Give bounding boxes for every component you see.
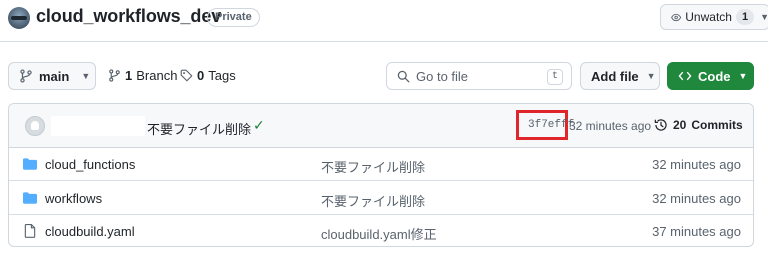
repo-toolbar: main ▼ 1 Branch 0 Tags Go to file t Add … xyxy=(0,60,768,92)
file-name[interactable]: workflows xyxy=(45,191,102,206)
keyboard-shortcut-hint: t xyxy=(547,69,563,85)
chevron-down-icon: ▼ xyxy=(646,71,656,81)
branch-name: main xyxy=(39,68,70,84)
git-branch-icon xyxy=(109,69,120,82)
owner-avatar[interactable] xyxy=(8,7,30,29)
repo-title[interactable]: cloud_workflows_dev xyxy=(36,6,221,27)
go-to-file-placeholder: Go to file xyxy=(416,68,469,84)
git-branch-icon xyxy=(20,69,32,83)
folder-icon xyxy=(23,192,37,204)
file-name[interactable]: cloud_functions xyxy=(45,157,135,172)
file-commit-date: 32 minutes ago xyxy=(652,191,741,206)
code-label: Code xyxy=(698,68,731,84)
file-commit-message[interactable]: 不要ファイル削除 xyxy=(321,191,425,210)
file-icon xyxy=(24,224,36,238)
unwatch-label: Unwatch xyxy=(685,10,732,24)
file-row[interactable]: cloudbuild.yaml cloudbuild.yaml修正 37 min… xyxy=(9,215,753,246)
history-icon xyxy=(654,119,667,131)
search-icon xyxy=(397,70,410,82)
folder-icon xyxy=(23,158,37,170)
check-icon[interactable]: ✓ xyxy=(253,117,265,134)
branches-label: Branch xyxy=(136,68,178,83)
file-commit-message[interactable]: 不要ファイル削除 xyxy=(321,157,425,176)
code-icon xyxy=(678,71,692,81)
commit-hash-link[interactable]: 3f7efff xyxy=(528,119,574,131)
visibility-badge: Private xyxy=(207,8,260,27)
add-file-label: Add file xyxy=(591,68,639,84)
add-file-button[interactable]: Add file ▼ xyxy=(580,62,660,90)
commits-history-link[interactable]: 20 Commits xyxy=(654,118,743,132)
repo-header: cloud_workflows_dev Private Unwatch 1 ▼ xyxy=(0,0,768,36)
code-button[interactable]: Code ▼ xyxy=(667,62,754,90)
chevron-down-icon: ▼ xyxy=(81,71,91,81)
commit-author-avatar[interactable] xyxy=(25,116,45,136)
latest-commit-bar: 不要ファイル削除 ✓ 3f7efff 32 minutes ago 20 Com… xyxy=(9,104,753,148)
tags-label: Tags xyxy=(208,68,236,83)
commits-label: Commits xyxy=(691,118,743,132)
commit-message[interactable]: 不要ファイル削除 xyxy=(147,119,251,138)
chevron-down-icon: ▼ xyxy=(738,71,748,81)
eye-icon xyxy=(671,13,682,21)
unwatch-button[interactable]: Unwatch 1 ▼ xyxy=(660,4,768,30)
tags-count: 0 xyxy=(197,68,205,83)
file-commit-date: 32 minutes ago xyxy=(652,157,741,172)
go-to-file-input[interactable]: Go to file t xyxy=(386,62,572,90)
chevron-down-icon: ▼ xyxy=(760,12,768,22)
commits-count: 20 xyxy=(673,118,687,132)
branches-count: 1 xyxy=(125,68,133,83)
file-row[interactable]: workflows 不要ファイル削除 32 minutes ago xyxy=(9,182,753,215)
file-commit-date: 37 minutes ago xyxy=(652,224,741,239)
watch-count: 1 xyxy=(735,9,755,25)
tag-icon xyxy=(180,69,193,82)
header-divider xyxy=(0,41,768,42)
file-browser: 不要ファイル削除 ✓ 3f7efff 32 minutes ago 20 Com… xyxy=(8,103,754,247)
commit-author-redacted xyxy=(51,116,145,136)
branch-selector-button[interactable]: main ▼ xyxy=(8,62,96,90)
file-commit-message[interactable]: cloudbuild.yaml修正 xyxy=(321,224,437,243)
branches-link[interactable]: 1 Branch xyxy=(108,68,177,83)
file-name[interactable]: cloudbuild.yaml xyxy=(45,224,135,239)
file-row[interactable]: cloud_functions 不要ファイル削除 32 minutes ago xyxy=(9,148,753,181)
tags-link[interactable]: 0 Tags xyxy=(180,68,236,83)
commit-time: 32 minutes ago xyxy=(569,119,652,133)
